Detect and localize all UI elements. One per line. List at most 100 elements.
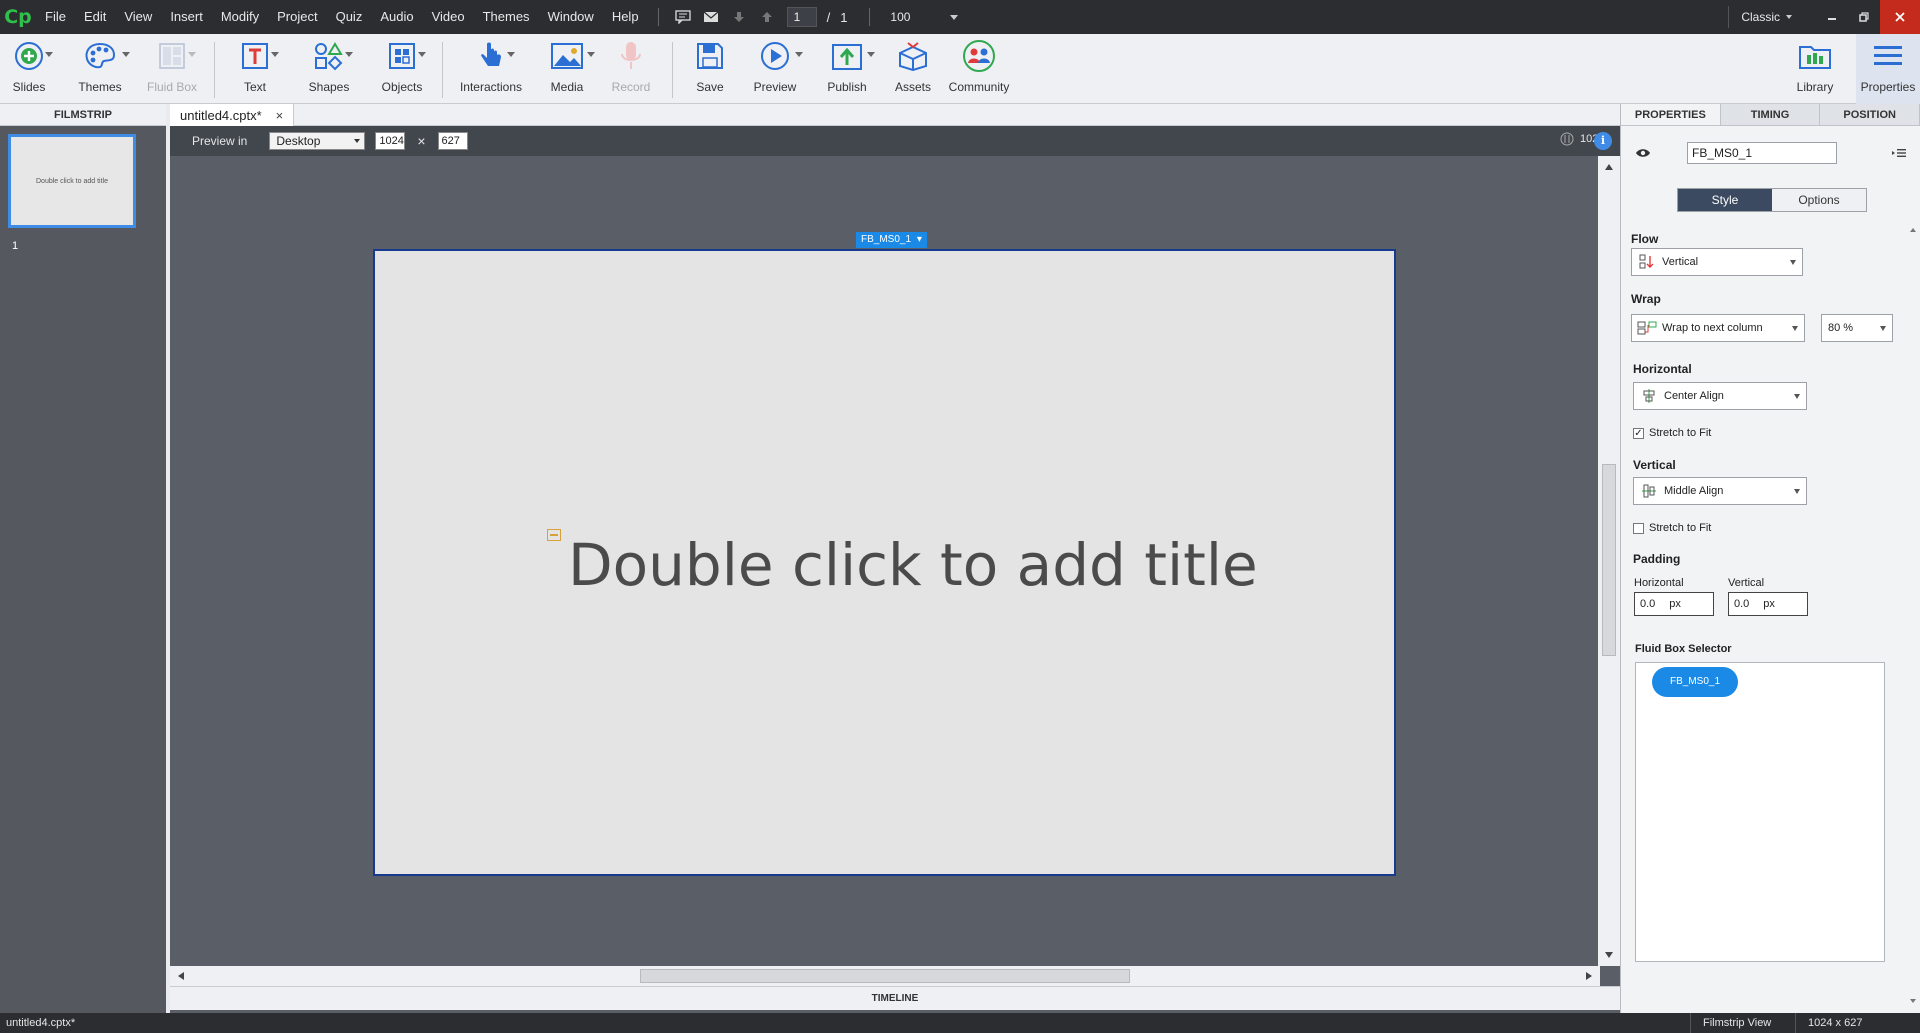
assets-button[interactable]: Assets — [892, 34, 934, 104]
interactions-button[interactable]: Interactions — [458, 34, 524, 104]
menu-modify[interactable]: Modify — [212, 0, 268, 34]
vertical-scrollbar[interactable] — [1598, 156, 1620, 966]
objects-button[interactable]: Objects — [376, 34, 428, 104]
menu-file[interactable]: File — [36, 0, 75, 34]
fluid-box-badge[interactable]: FB_MS0_1 ▾ — [856, 232, 927, 248]
mail-icon[interactable] — [697, 0, 725, 34]
slide-thumbnail[interactable]: Double click to add title — [8, 134, 136, 228]
chevron-down-icon — [1790, 260, 1796, 265]
tab-timing[interactable]: TIMING — [1721, 104, 1821, 125]
menu-help[interactable]: Help — [603, 0, 648, 34]
flow-select[interactable]: Vertical — [1631, 248, 1803, 276]
menu-quiz[interactable]: Quiz — [327, 0, 372, 34]
scroll-down-icon[interactable] — [1605, 952, 1613, 958]
slides-button[interactable]: Slides — [6, 34, 53, 104]
device-select[interactable]: Desktop — [269, 132, 366, 150]
shapes-label: Shapes — [308, 80, 350, 94]
menu-audio[interactable]: Audio — [371, 0, 422, 34]
text-anchor-icon — [547, 529, 561, 541]
horizontal-scroll-thumb[interactable] — [640, 969, 1130, 983]
close-tab-icon[interactable]: × — [276, 108, 284, 123]
stretch-vertical-checkbox[interactable]: Stretch to Fit — [1633, 522, 1711, 534]
current-slide-input[interactable]: 1 — [786, 7, 817, 27]
slide-separator: / — [826, 9, 831, 25]
chevron-down-icon — [1880, 326, 1886, 331]
fluid-box-button[interactable]: Fluid Box — [144, 34, 200, 104]
wrap-percent-select[interactable]: 80 % — [1821, 314, 1893, 342]
zoom-dropdown-icon[interactable] — [950, 14, 959, 20]
horizontal-scrollbar[interactable] — [170, 966, 1600, 986]
checkbox-checked[interactable]: ✓ — [1633, 427, 1644, 439]
wrap-select[interactable]: Wrap to next column — [1631, 314, 1805, 342]
properties-icon — [1868, 34, 1908, 78]
menu-project[interactable]: Project — [268, 0, 326, 34]
record-button[interactable]: Record — [606, 34, 656, 104]
menu-edit[interactable]: Edit — [75, 0, 115, 34]
height-input[interactable]: 627 — [437, 132, 468, 150]
arrow-down-icon[interactable] — [725, 0, 753, 34]
tab-properties[interactable]: PROPERTIES — [1621, 104, 1721, 125]
object-name-input[interactable]: FB_MS0_1 — [1687, 142, 1837, 164]
vertical-align-select[interactable]: Middle Align — [1633, 477, 1807, 505]
menu-themes[interactable]: Themes — [474, 0, 539, 34]
properties-tabs: PROPERTIES TIMING POSITION — [1621, 104, 1920, 126]
title-placeholder[interactable]: Double click to add title — [568, 531, 1258, 599]
padding-horizontal-label: Horizontal — [1634, 577, 1684, 589]
info-icon[interactable]: i — [1594, 132, 1612, 150]
stretch-horizontal-checkbox[interactable]: ✓ Stretch to Fit — [1633, 427, 1711, 439]
width-input[interactable]: 1024 — [375, 132, 406, 150]
vertical-scroll-thumb[interactable] — [1602, 464, 1616, 656]
checkbox-unchecked[interactable] — [1633, 522, 1644, 534]
close-icon[interactable] — [1880, 0, 1920, 34]
save-button[interactable]: Save — [690, 34, 730, 104]
library-button[interactable]: Library — [1792, 34, 1838, 104]
menu-window[interactable]: Window — [539, 0, 603, 34]
style-options-toggle: Style Options — [1677, 188, 1867, 212]
scroll-up-icon[interactable] — [1605, 164, 1613, 170]
wrap-label: Wrap — [1631, 292, 1661, 306]
fluid-box-selector-item[interactable]: FB_MS0_1 — [1652, 667, 1738, 697]
panel-scroll-up-icon[interactable] — [1910, 228, 1916, 232]
save-label: Save — [696, 80, 724, 94]
menu-view[interactable]: View — [115, 0, 161, 34]
tab-options[interactable]: Options — [1772, 189, 1866, 211]
eye-icon[interactable] — [1635, 147, 1651, 159]
text-button[interactable]: Text — [230, 34, 280, 104]
padding-vertical-input[interactable]: 0.0 px — [1728, 592, 1808, 616]
vertical-align-value: Middle Align — [1664, 485, 1724, 497]
slide-canvas[interactable]: Double click to add title — [373, 249, 1396, 876]
scroll-left-icon[interactable] — [178, 972, 184, 980]
padding-vertical-label: Vertical — [1728, 577, 1765, 589]
object-name-row: FB_MS0_1 — [1635, 142, 1907, 164]
horizontal-align-select[interactable]: Center Align — [1633, 382, 1807, 410]
tab-style[interactable]: Style — [1678, 189, 1772, 211]
shapes-button[interactable]: Shapes — [300, 34, 358, 104]
comment-icon[interactable] — [669, 0, 697, 34]
fluid-box-selector: FB_MS0_1 — [1635, 662, 1885, 962]
zoom-value[interactable]: 100 — [890, 10, 950, 24]
main-toolbar: Slides Themes Fluid Box Text Shapes Obje… — [0, 34, 1920, 104]
properties-button[interactable]: Properties — [1856, 34, 1920, 104]
horizontal-label: Horizontal — [1633, 362, 1692, 376]
document-tab[interactable]: untitled4.cptx* × — [170, 104, 295, 126]
publish-button[interactable]: Publish — [822, 34, 875, 104]
panel-scroll-down-icon[interactable] — [1910, 999, 1916, 1003]
workspace-switcher[interactable]: Classic — [1728, 6, 1792, 28]
padding-horizontal-input[interactable]: 0.0 px — [1634, 592, 1714, 616]
arrow-up-icon[interactable] — [753, 0, 781, 34]
menu-insert[interactable]: Insert — [161, 0, 212, 34]
restore-icon[interactable] — [1848, 6, 1880, 28]
panel-menu-icon[interactable] — [1891, 147, 1907, 159]
tab-position[interactable]: POSITION — [1820, 104, 1920, 125]
themes-button[interactable]: Themes — [72, 34, 130, 104]
timeline-toggle[interactable]: TIMELINE — [170, 986, 1620, 1010]
menu-video[interactable]: Video — [423, 0, 474, 34]
filmstrip-scrollbar[interactable] — [150, 126, 162, 1013]
minimize-icon[interactable] — [1816, 6, 1848, 28]
publish-label: Publish — [827, 80, 867, 94]
app-logo: Cp — [4, 6, 32, 28]
media-button[interactable]: Media — [542, 34, 595, 104]
scroll-right-icon[interactable] — [1586, 972, 1592, 980]
community-button[interactable]: Community — [948, 34, 1010, 104]
preview-button[interactable]: Preview — [750, 34, 803, 104]
